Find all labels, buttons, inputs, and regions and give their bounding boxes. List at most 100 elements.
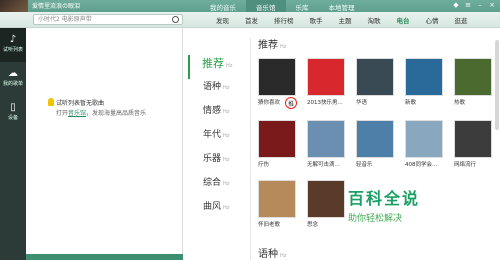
station-cover bbox=[454, 58, 492, 96]
station-cover bbox=[258, 180, 296, 218]
category-label: 乐器 bbox=[203, 154, 222, 164]
hz-suffix: Hz bbox=[223, 181, 230, 187]
station-label: 无解可击滴... bbox=[307, 162, 340, 168]
rail-item-label: 试听列表 bbox=[2, 47, 23, 53]
category-era[interactable]: 年代 Hz bbox=[188, 127, 250, 151]
section-title-language: 语种 Hz bbox=[258, 245, 286, 260]
annotation-circle: 推 bbox=[285, 97, 297, 109]
menu-icon[interactable]: ≡ bbox=[464, 1, 472, 9]
divider bbox=[250, 38, 251, 260]
station-tile[interactable]: 轻音乐 bbox=[356, 120, 394, 168]
station-label: 思念 bbox=[307, 222, 319, 228]
search-icon[interactable] bbox=[172, 16, 179, 23]
station-tile[interactable]: 思念 bbox=[307, 180, 345, 228]
skin-icon[interactable]: ◆ bbox=[452, 1, 460, 9]
hz-suffix: Hz bbox=[223, 133, 230, 139]
category-label: 语种 bbox=[203, 82, 222, 92]
station-label: 新歌 bbox=[405, 100, 417, 106]
station-tile[interactable]: 408同学会... bbox=[405, 120, 443, 168]
station-cover bbox=[454, 120, 492, 158]
search-bar-row: 小时代2 电影原声带 发现 首发 排行榜 歌手 主题 淘歌 电台 心情 逛逛 bbox=[0, 12, 500, 28]
tab-my-music[interactable]: 我的音乐 bbox=[200, 0, 246, 12]
station-cover bbox=[258, 58, 296, 96]
annotation-label: 推 bbox=[288, 101, 295, 108]
device-icon: ▯ bbox=[10, 102, 16, 113]
subtab-discover[interactable]: 发现 bbox=[208, 12, 237, 28]
station-cover bbox=[405, 58, 443, 96]
tab-local-manage[interactable]: 本地管理 bbox=[319, 0, 365, 12]
station-label: 2013快乐男... bbox=[307, 100, 343, 106]
rail-item-devices[interactable]: ▯ 设备 bbox=[0, 96, 26, 130]
subtab-browse[interactable]: 逛逛 bbox=[447, 12, 476, 28]
rail-item-label: 我的歌单 bbox=[2, 81, 23, 87]
category-recommend[interactable]: 推荐 Hz bbox=[188, 55, 250, 79]
empty-title: 试听列表暂无歌曲 bbox=[56, 100, 105, 107]
category-language[interactable]: 语种 Hz bbox=[188, 79, 250, 103]
station-cover bbox=[307, 180, 345, 218]
left-rail: ♪ 试听列表 ☁ 我的歌单 ▯ 设备 bbox=[0, 28, 26, 260]
subtab-charts[interactable]: 排行榜 bbox=[266, 12, 302, 28]
category-label: 曲风 bbox=[203, 202, 222, 212]
rail-item-trial-list[interactable]: ♪ 试听列表 bbox=[0, 28, 26, 62]
watermark: 百科全说 助你轻松解决 bbox=[348, 185, 448, 235]
category-instrument[interactable]: 乐器 Hz bbox=[188, 151, 250, 175]
category-label: 年代 bbox=[203, 130, 222, 140]
subtab-topics[interactable]: 主题 bbox=[331, 12, 360, 28]
station-tile[interactable]: 怀旧老歌 bbox=[258, 180, 296, 228]
hz-suffix: Hz bbox=[223, 109, 230, 115]
station-tile[interactable]: 华语 bbox=[356, 58, 394, 106]
scrollbar[interactable] bbox=[495, 40, 499, 130]
station-label: 疗伤 bbox=[258, 162, 270, 168]
station-tile[interactable]: 新歌 bbox=[405, 58, 443, 106]
station-tile[interactable]: 无解可击滴... bbox=[307, 120, 345, 168]
subtab-singers[interactable]: 歌手 bbox=[302, 12, 331, 28]
empty-suffix: ，发现海量高品质音乐 bbox=[86, 110, 147, 117]
station-cover bbox=[356, 58, 394, 96]
station-tile[interactable]: 热歌 bbox=[454, 58, 492, 106]
station-cover bbox=[307, 120, 345, 158]
station-cover bbox=[405, 120, 443, 158]
station-cover bbox=[307, 58, 345, 96]
music-note-icon: ♪ bbox=[9, 34, 17, 45]
station-tile[interactable]: 2013快乐男... bbox=[307, 58, 345, 106]
category-emotion[interactable]: 情感 Hz bbox=[188, 103, 250, 127]
section-title-recommend: 推荐 Hz bbox=[258, 36, 286, 51]
station-tile[interactable]: 疗伤 bbox=[258, 120, 296, 168]
empty-subtitle: 打开音乐馆，发现海量高品质音乐 bbox=[56, 108, 146, 117]
hz-suffix: Hz bbox=[280, 253, 287, 259]
sub-tabs: 发现 首发 排行榜 歌手 主题 淘歌 电台 心情 逛逛 bbox=[208, 12, 476, 28]
user-name[interactable]: 爱情里流浪の眼泪 bbox=[32, 1, 80, 10]
music-hall-link[interactable]: 音乐馆 bbox=[68, 110, 86, 117]
empty-prefix: 打开 bbox=[56, 110, 69, 117]
station-label: 408同学会... bbox=[405, 162, 438, 168]
category-label: 推荐 bbox=[202, 57, 224, 70]
window-controls: ◆ ≡ – × bbox=[452, 1, 496, 9]
hz-suffix: Hz bbox=[223, 157, 230, 163]
hz-suffix: Hz bbox=[280, 44, 287, 50]
station-tile[interactable]: 网络流行 bbox=[454, 120, 492, 168]
subtab-radio[interactable]: 电台 bbox=[389, 12, 418, 28]
subtab-mood[interactable]: 心情 bbox=[418, 12, 447, 28]
rail-item-my-playlists[interactable]: ☁ 我的歌单 bbox=[0, 62, 26, 96]
station-label: 怀旧老歌 bbox=[258, 222, 281, 228]
watermark-title: 百科全说 bbox=[348, 189, 421, 208]
tab-music-hall[interactable]: 音乐馆 bbox=[246, 0, 286, 12]
cloud-icon: ☁ bbox=[8, 68, 18, 79]
station-label: 热歌 bbox=[454, 100, 466, 106]
subtab-tao-ge[interactable]: 淘歌 bbox=[360, 12, 389, 28]
category-list: 推荐 Hz 语种 Hz 情感 Hz 年代 Hz 乐器 Hz 综合 Hz 曲风 Hz bbox=[188, 55, 250, 223]
station-label: 网络流行 bbox=[454, 162, 477, 168]
trial-list-panel: 试听列表暂无歌曲 打开音乐馆，发现海量高品质音乐 bbox=[26, 28, 183, 260]
playlist-footer bbox=[26, 254, 183, 260]
tab-library[interactable]: 乐库 bbox=[286, 0, 319, 12]
search-input[interactable]: 小时代2 电影原声带 bbox=[33, 14, 183, 25]
hz-suffix: Hz bbox=[223, 205, 230, 211]
category-genre[interactable]: 曲风 Hz bbox=[188, 199, 250, 223]
station-label: 轻音乐 bbox=[356, 162, 373, 168]
section-title-text: 语种 bbox=[258, 249, 278, 260]
minimize-icon[interactable]: – bbox=[476, 1, 484, 9]
close-icon[interactable]: × bbox=[488, 1, 496, 9]
category-general[interactable]: 综合 Hz bbox=[188, 175, 250, 199]
subtab-first-release[interactable]: 首发 bbox=[237, 12, 266, 28]
section-title-text: 推荐 bbox=[258, 40, 278, 51]
